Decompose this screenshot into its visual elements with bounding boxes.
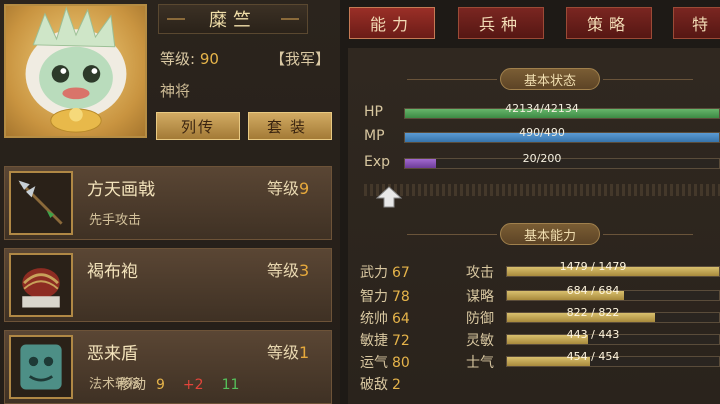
rank-label: 神将 bbox=[160, 82, 191, 100]
move-bonus: +2 bbox=[182, 377, 204, 393]
ability-bar: 灵敏 443 / 443 bbox=[466, 328, 720, 349]
stat-value: 72 bbox=[392, 333, 410, 349]
equipment-level-label: 等级 bbox=[267, 179, 300, 198]
basic-ability-title: 基本能力 bbox=[407, 223, 693, 245]
biography-button[interactable]: 列传 bbox=[156, 112, 240, 140]
mp-label: MP bbox=[364, 128, 385, 144]
shield-icon bbox=[9, 335, 73, 399]
level-up-arrow-icon[interactable] bbox=[376, 186, 402, 208]
level-value: 90 bbox=[199, 50, 219, 68]
level-label: 等级: bbox=[160, 50, 196, 68]
equipment-level-value: 1 bbox=[299, 343, 310, 362]
hp-bar: HP 42134/42134 bbox=[364, 102, 720, 122]
character-panel: 糜竺 等级: 90 【我军】 神将 列传 套装 方天画戟 等级9 先手攻击 褐布… bbox=[0, 0, 340, 404]
equipment-name: 方天画戟 bbox=[87, 180, 155, 200]
ability-bar-value: 1479 / 1479 bbox=[559, 260, 627, 273]
stat-label: 智力 bbox=[360, 289, 388, 305]
stat-row: 敏捷 72 bbox=[360, 330, 410, 350]
stat-label: 破敌 bbox=[360, 377, 388, 393]
stat-label: 统帅 bbox=[360, 311, 388, 327]
equipment-level-value: 3 bbox=[299, 261, 310, 280]
ability-bar-label: 灵敏 bbox=[466, 333, 494, 349]
stat-row: 运气 80 bbox=[360, 352, 410, 372]
move-total: 11 bbox=[221, 377, 240, 393]
stat-label: 运气 bbox=[360, 355, 388, 371]
equipment-level: 等级3 bbox=[267, 257, 309, 281]
equipment-name: 褐布袍 bbox=[87, 262, 138, 282]
decorative-pattern bbox=[364, 184, 720, 196]
equipment-level: 等级9 bbox=[267, 175, 309, 199]
equipment-level: 等级1 bbox=[267, 339, 309, 363]
stat-value: 80 bbox=[392, 355, 410, 371]
ability-bar-value: 684 / 684 bbox=[566, 284, 620, 297]
move-label: 移动 bbox=[118, 377, 146, 393]
stat-value: 67 bbox=[392, 265, 410, 281]
equipment-level-label: 等级 bbox=[267, 261, 300, 280]
mp-value: 490/490 bbox=[519, 126, 565, 139]
exp-bar: Exp 20/200 bbox=[364, 152, 720, 172]
ability-bar-label: 攻击 bbox=[466, 265, 494, 281]
hp-label: HP bbox=[364, 104, 383, 120]
dragon-portrait-icon bbox=[25, 6, 127, 133]
tab-special[interactable]: 特 bbox=[673, 7, 720, 39]
ability-bar-value: 443 / 443 bbox=[566, 328, 620, 341]
stat-value: 2 bbox=[392, 377, 401, 393]
ability-bar: 攻击 1479 / 1479 bbox=[466, 260, 720, 281]
ability-bar: 士气 454 / 454 bbox=[466, 350, 720, 371]
movement-stat: 移动 9 +2 11 bbox=[118, 374, 239, 394]
equipment-skill: 先手攻击 bbox=[89, 213, 142, 228]
stat-row: 破敌 2 bbox=[360, 374, 401, 394]
faction-label: 【我军】 bbox=[270, 50, 331, 68]
exp-label: Exp bbox=[364, 154, 391, 170]
stat-row: 武力 67 bbox=[360, 262, 410, 282]
tab-strategy[interactable]: 策略 bbox=[566, 7, 652, 39]
exp-value: 20/200 bbox=[522, 152, 562, 165]
halberd-icon bbox=[9, 171, 73, 235]
stat-value: 78 bbox=[392, 289, 410, 305]
mp-bar: MP 490/490 bbox=[364, 126, 720, 146]
ability-bar-label: 士气 bbox=[466, 355, 494, 371]
stat-row: 统帅 64 bbox=[360, 308, 410, 328]
robe-icon bbox=[9, 253, 73, 317]
ability-bar-value: 822 / 822 bbox=[566, 306, 620, 319]
character-name: 糜竺 bbox=[158, 4, 308, 34]
tab-troops[interactable]: 兵种 bbox=[458, 7, 544, 39]
ability-bar-label: 防御 bbox=[466, 311, 494, 327]
ability-bar-label: 谋略 bbox=[466, 289, 494, 305]
ability-bar: 谋略 684 / 684 bbox=[466, 284, 720, 305]
stat-value: 64 bbox=[392, 311, 410, 327]
equipment-slot-armor[interactable]: 褐布袍 等级3 bbox=[4, 248, 332, 322]
ability-bar: 防御 822 / 822 bbox=[466, 306, 720, 327]
stats-panel: 基本状态 HP 42134/42134 MP 490/490 Exp 20/20… bbox=[348, 48, 720, 404]
equipment-name: 恶来盾 bbox=[87, 344, 138, 364]
character-portrait[interactable] bbox=[4, 4, 147, 138]
equipment-slot-weapon[interactable]: 方天画戟 等级9 先手攻击 bbox=[4, 166, 332, 240]
tab-ability[interactable]: 能力 bbox=[349, 7, 435, 39]
ability-bar-value: 454 / 454 bbox=[566, 350, 620, 363]
stat-row: 智力 78 bbox=[360, 286, 410, 306]
stat-label: 敏捷 bbox=[360, 333, 388, 349]
move-base: 9 bbox=[156, 377, 165, 393]
basic-status-title: 基本状态 bbox=[407, 68, 693, 90]
equipment-level-label: 等级 bbox=[267, 343, 300, 362]
equipment-set-button[interactable]: 套装 bbox=[248, 112, 332, 140]
tab-bar: 能力 兵种 策略 特 bbox=[348, 4, 720, 40]
character-level: 等级: 90 bbox=[160, 48, 219, 69]
equipment-level-value: 9 bbox=[299, 179, 310, 198]
stat-label: 武力 bbox=[360, 265, 388, 281]
hp-value: 42134/42134 bbox=[505, 102, 579, 115]
